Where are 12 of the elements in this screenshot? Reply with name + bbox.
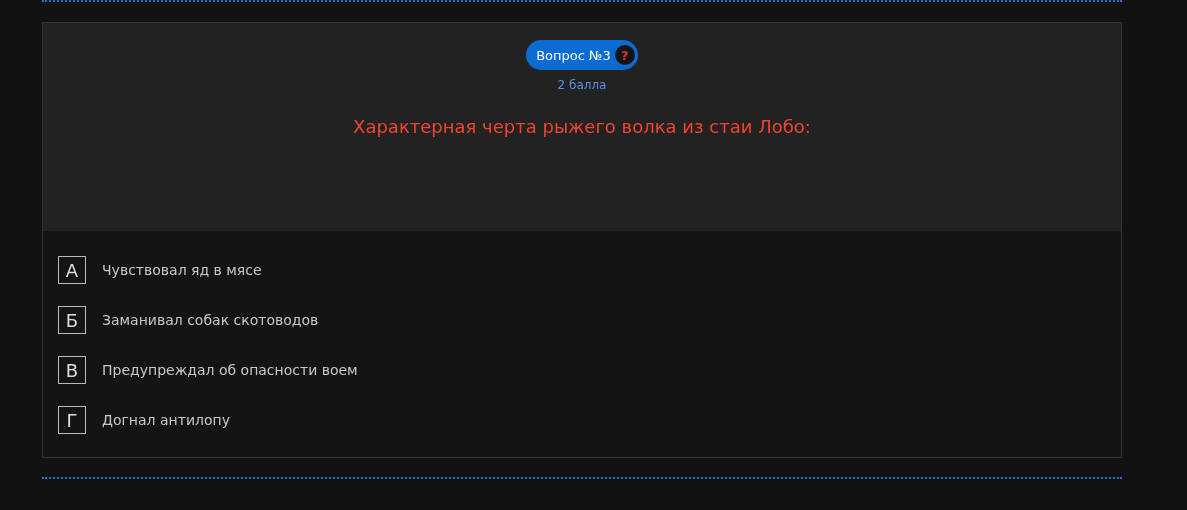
question-number: Вопрос №3 <box>536 47 611 63</box>
answer-option[interactable]: Догнал антилопу <box>102 412 230 428</box>
points-label: 2 балла <box>557 78 607 92</box>
help-button[interactable]: ? <box>614 45 635 65</box>
answer-letter-box[interactable]: В <box>58 356 86 384</box>
answer-option[interactable]: Заманивал собак скотоводов <box>102 312 319 328</box>
question-text: Характерная черта рыжего волка из стаи Лобо: <box>353 116 811 137</box>
answer-option[interactable]: Предупреждал об опасности воем <box>102 362 358 378</box>
answer-letter-box[interactable]: А <box>58 256 86 284</box>
answer-letter-box[interactable]: Г <box>58 406 86 434</box>
answer-letter-box[interactable]: Б <box>58 306 86 334</box>
answer-option[interactable]: Чувствовал яд в мясе <box>102 262 262 278</box>
